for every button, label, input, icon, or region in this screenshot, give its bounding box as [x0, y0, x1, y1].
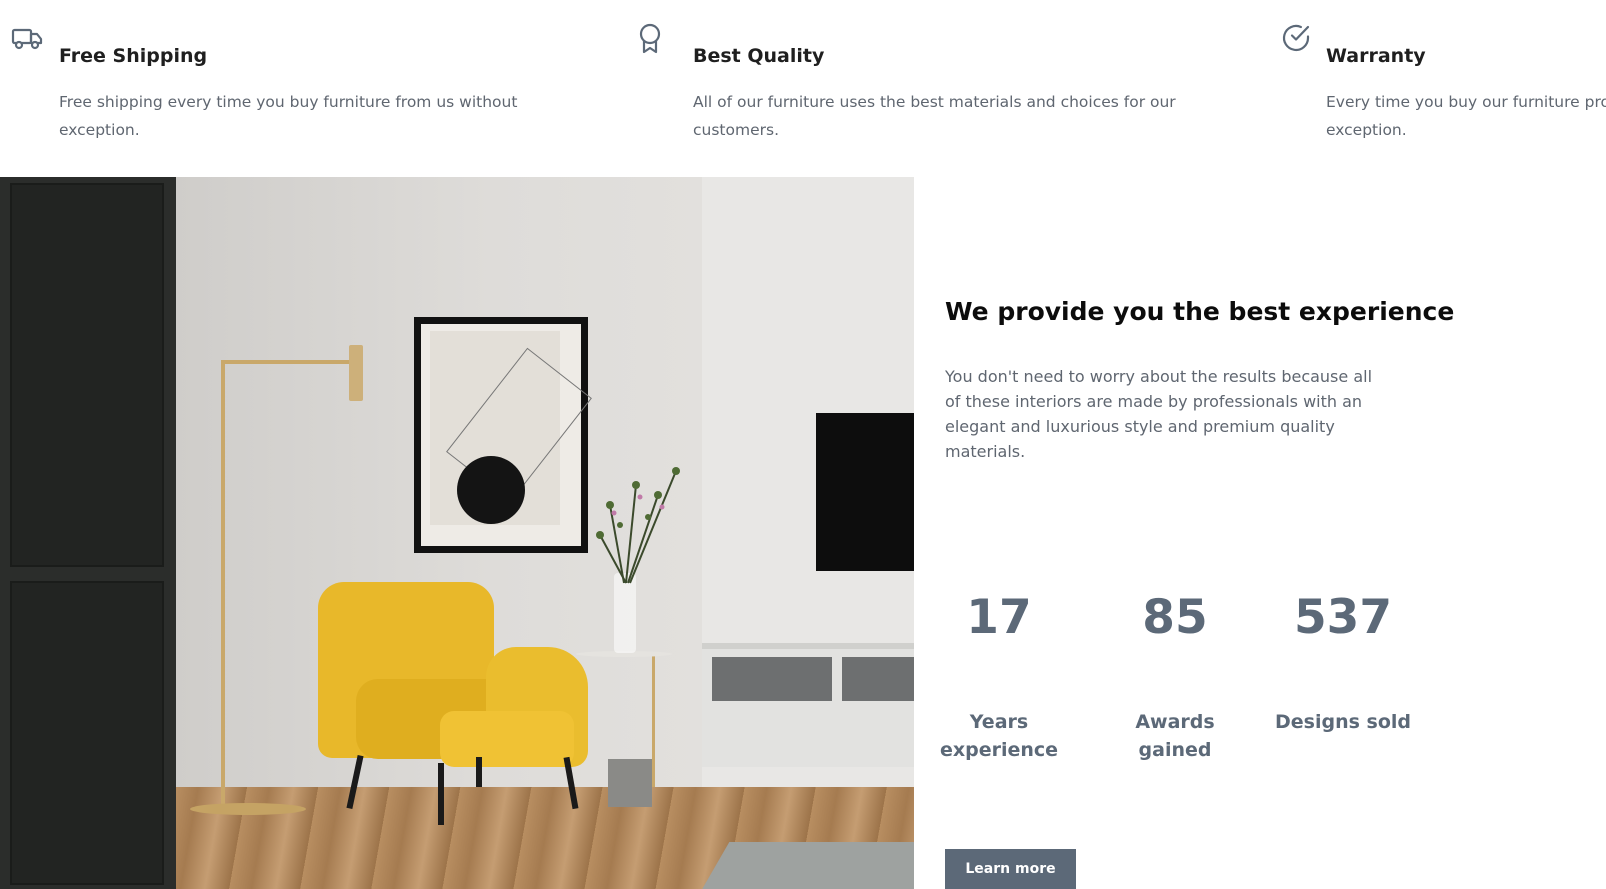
- media-console: [702, 643, 914, 767]
- stat-awards-gained: 85 Awards gained: [1100, 590, 1250, 761]
- stat-years-experience: 17 Years experience: [924, 590, 1074, 761]
- stat-label: Years experience: [939, 711, 1059, 761]
- feature-title: Best Quality: [693, 45, 825, 67]
- feature-description: Free shipping every time you buy furnitu…: [59, 93, 518, 139]
- feature-best-quality: Best Quality All of our furniture uses t…: [634, 0, 1254, 177]
- award-ribbon-icon: [634, 22, 666, 54]
- feature-description: Every time you buy our furniture provide…: [1326, 93, 1606, 139]
- vase: [614, 573, 636, 653]
- feature-free-shipping: Free Shipping Free shipping every time y…: [0, 0, 620, 177]
- stat-value: 85: [1142, 590, 1208, 645]
- dark-cabinet: [0, 177, 176, 889]
- room-interior-photo: [0, 177, 914, 889]
- truck-icon: [11, 22, 43, 54]
- stat-label: Awards gained: [1135, 711, 1215, 761]
- feature-warranty: Warranty Every time you buy our furnitur…: [1267, 0, 1606, 177]
- feature-title: Warranty: [1326, 45, 1426, 67]
- stat-designs-sold: 537 Designs sold: [1268, 590, 1418, 733]
- flower-branches: [596, 467, 680, 584]
- section-description: You don't need to worry about the result…: [945, 367, 1373, 461]
- floor-lamp: [221, 363, 225, 813]
- feature-description: All of our furniture uses the best mater…: [693, 93, 1176, 139]
- cabinet-panel: [10, 183, 164, 567]
- check-circle-icon: [1280, 22, 1312, 54]
- television: [816, 413, 914, 571]
- feature-title: Free Shipping: [59, 45, 208, 67]
- rug: [694, 842, 914, 889]
- features-row: Free Shipping Free shipping every time y…: [0, 0, 1606, 177]
- framed-artwork: [414, 317, 592, 553]
- stat-value: 17: [966, 590, 1032, 645]
- cabinet-panel: [10, 581, 164, 885]
- section-heading: We provide you the best experience: [945, 297, 1455, 326]
- stat-label: Designs sold: [1274, 711, 1411, 733]
- side-table: [652, 655, 655, 787]
- stat-value: 537: [1293, 590, 1393, 645]
- learn-more-button[interactable]: Learn more: [945, 849, 1076, 889]
